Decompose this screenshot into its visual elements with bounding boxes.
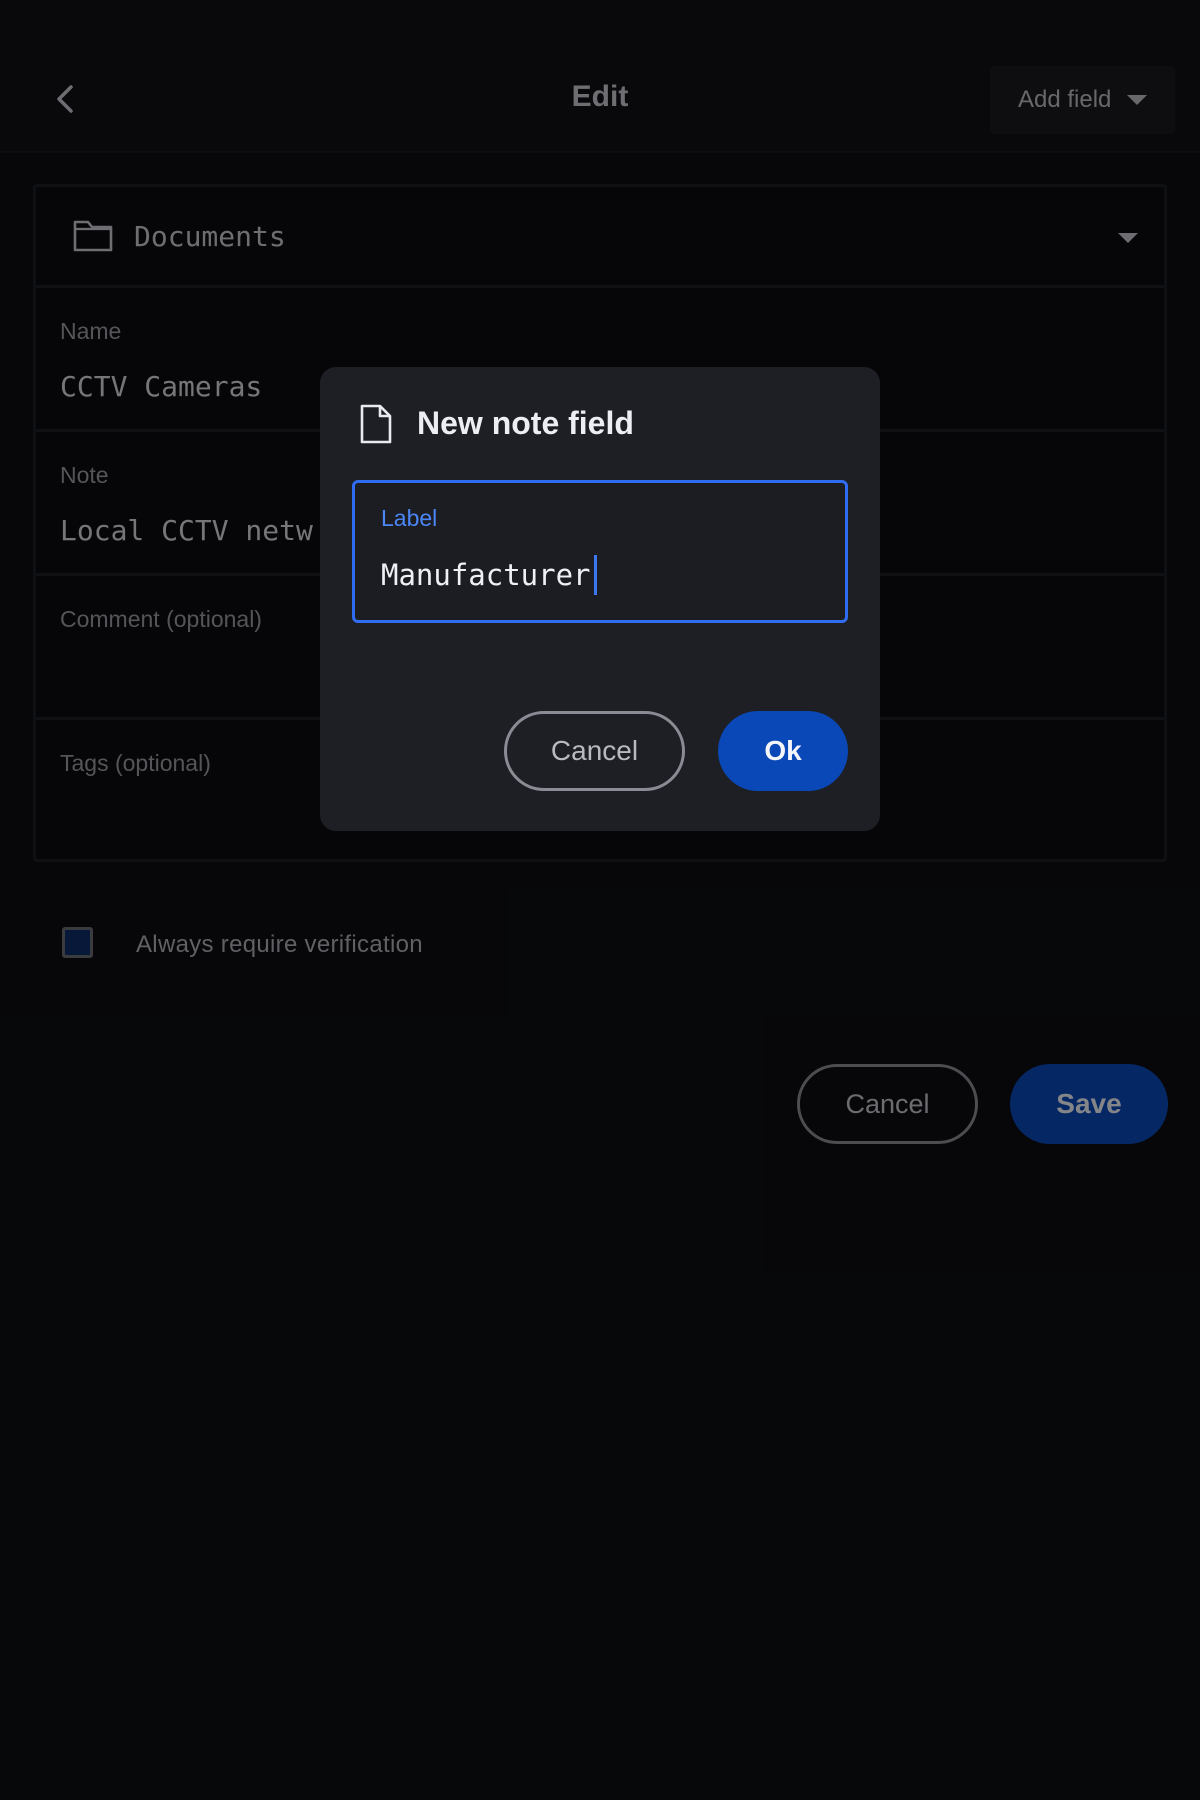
dialog-ok-button[interactable]: Ok [718,711,848,791]
dialog-title: New note field [417,405,634,441]
label-input[interactable]: Label Manufacturer [352,480,848,623]
document-icon [360,404,392,444]
modal-scrim[interactable] [0,0,1200,1800]
label-input-label: Label [381,505,438,531]
text-cursor [593,555,597,595]
label-input-value[interactable]: Manufacturer [381,558,591,592]
dialog-cancel-button[interactable]: Cancel [504,711,685,791]
label-input-value-wrap[interactable]: Manufacturer [381,555,597,595]
new-note-field-dialog: New note field Label Manufacturer Cancel… [320,367,880,831]
